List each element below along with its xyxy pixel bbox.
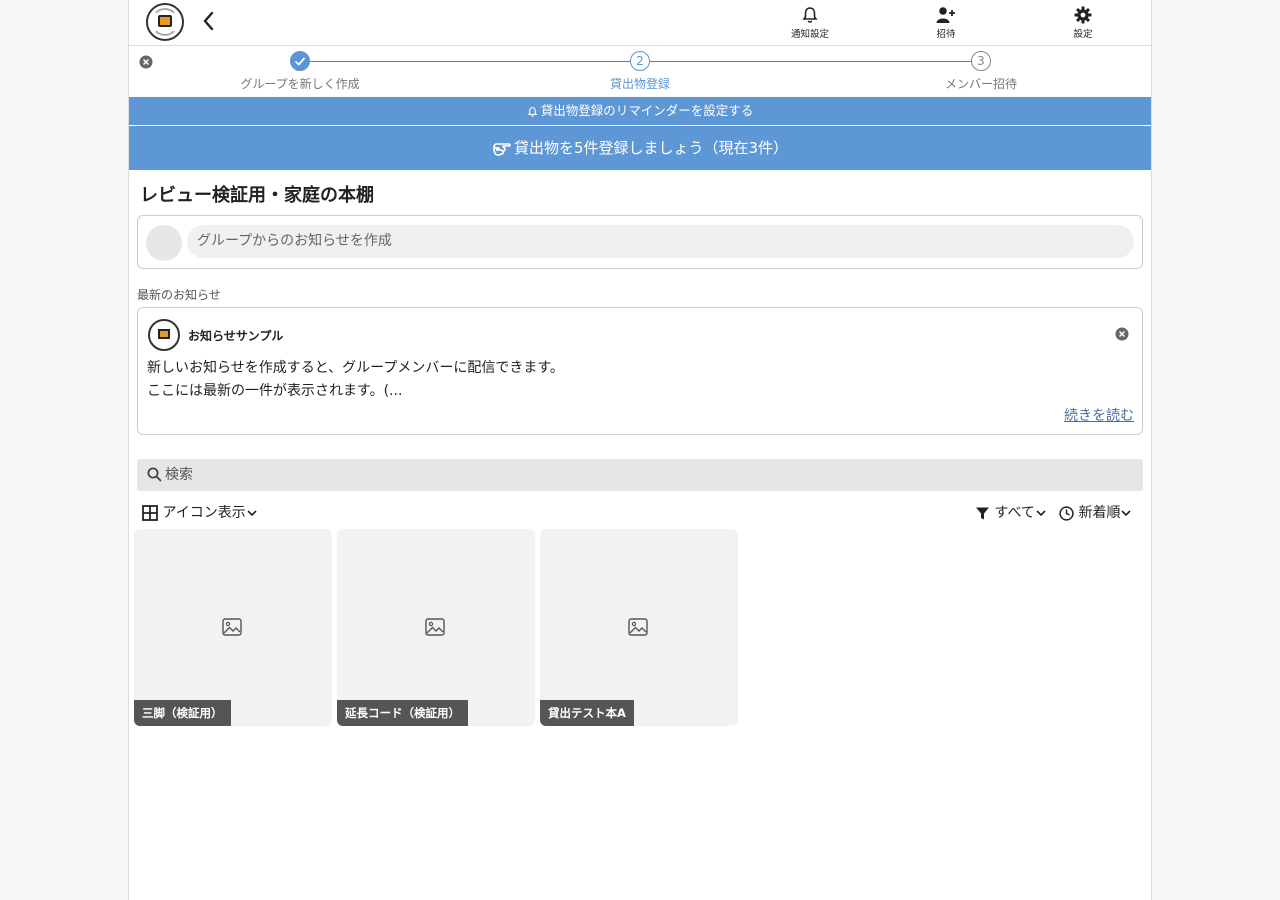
create-announcement-box: グループからのお知らせを作成	[137, 215, 1143, 269]
filter-dropdown[interactable]: すべて	[975, 502, 1047, 522]
announcement-title: お知らせサンプル	[188, 329, 284, 343]
image-placeholder-icon	[425, 618, 445, 636]
image-placeholder-icon	[222, 618, 242, 636]
add-user-icon	[936, 7, 955, 23]
step-number: 2	[630, 51, 650, 71]
step-label: 貸出物登録	[609, 77, 670, 91]
settings-label: 設定	[1073, 29, 1093, 40]
step-register-items[interactable]: 2 貸出物登録	[540, 51, 740, 92]
page-title: レビュー検証用・家庭の本棚	[140, 185, 374, 206]
chevron-down-icon	[1121, 510, 1132, 517]
step-invite-members[interactable]: 3 メンバー招待	[881, 51, 1081, 92]
bell-icon	[527, 106, 538, 117]
invite-button[interactable]: 招待	[906, 6, 986, 42]
notification-settings-button[interactable]: 通知設定	[770, 6, 850, 42]
latest-news-heading: 最新のお知らせ	[137, 288, 221, 302]
sort-dropdown[interactable]: 新着順	[1059, 502, 1132, 522]
check-icon	[290, 51, 310, 71]
announcement-line: ここには最新の一件が表示されます。(...	[147, 383, 403, 399]
chevron-down-icon	[1036, 510, 1046, 517]
filter-label: すべて	[994, 505, 1035, 521]
gear-icon	[1074, 6, 1092, 24]
item-name: 延長コード（検証用）	[337, 700, 468, 726]
item-name: 三脚（検証用）	[134, 700, 231, 726]
announcement-line: 新しいお知らせを作成すると、グループメンバーに配信できます。	[147, 360, 564, 376]
announcement-input[interactable]: グループからのお知らせを作成	[187, 225, 1134, 258]
back-arrow-icon[interactable]	[199, 9, 219, 33]
step-create-group[interactable]: グループを新しく作成	[200, 51, 400, 92]
item-card[interactable]: 三脚（検証用）	[134, 529, 332, 726]
read-more-link[interactable]: 続きを読む	[1064, 405, 1134, 425]
item-card[interactable]: 延長コード（検証用）	[337, 529, 535, 726]
invite-label: 招待	[936, 29, 956, 40]
search-input[interactable]: 検索	[137, 459, 1143, 491]
app-logo[interactable]	[146, 3, 184, 41]
announcement-card: お知らせサンプル 新しいお知らせを作成すると、グループメンバーに配信できます。 …	[137, 307, 1143, 435]
sort-label: 新着順	[1078, 505, 1121, 521]
goal-banner[interactable]: 貸出物を5件登録しましょう（現在3件）	[129, 126, 1151, 170]
step-label: メンバー招待	[944, 77, 1017, 91]
bell-icon	[802, 7, 818, 23]
group-logo	[148, 319, 180, 351]
notification-settings-label: 通知設定	[790, 29, 829, 40]
close-icon[interactable]	[1115, 327, 1129, 341]
avatar	[146, 225, 182, 261]
goal-text: 貸出物を5件登録しましょう（現在3件）	[513, 139, 789, 157]
item-name: 貸出テスト本A	[540, 700, 634, 726]
step-number: 3	[971, 51, 991, 71]
progress-stepper: グループを新しく作成 2 貸出物登録 3 メンバー招待	[129, 47, 1151, 97]
image-placeholder-icon	[628, 618, 648, 636]
reminder-banner[interactable]: 貸出物登録のリマインダーを設定する	[129, 97, 1151, 125]
view-mode-dropdown[interactable]: アイコン表示	[142, 502, 258, 522]
grid-icon	[142, 505, 158, 521]
app-container: 通知設定 招待 設定 グループを新しく作成 2 貸出物登録 3 メンバー招待 貸…	[128, 0, 1152, 900]
search-placeholder: 検索	[165, 467, 193, 483]
reminder-text: 貸出物登録のリマインダーを設定する	[540, 103, 754, 118]
chevron-down-icon	[247, 510, 257, 517]
clock-icon	[1059, 505, 1074, 521]
step-label: グループを新しく作成	[240, 77, 360, 91]
search-icon	[147, 467, 162, 482]
announcement-body: 新しいお知らせを作成すると、グループメンバーに配信できます。 ここには最新の一件…	[147, 357, 564, 403]
top-header: 通知設定 招待 設定	[129, 0, 1151, 46]
close-stepper-icon[interactable]	[139, 55, 153, 69]
item-card[interactable]: 貸出テスト本A	[540, 529, 738, 726]
pointing-hand-icon	[493, 142, 511, 156]
view-mode-label: アイコン表示	[162, 505, 246, 521]
filter-icon	[976, 507, 989, 519]
settings-button[interactable]: 設定	[1043, 6, 1123, 42]
